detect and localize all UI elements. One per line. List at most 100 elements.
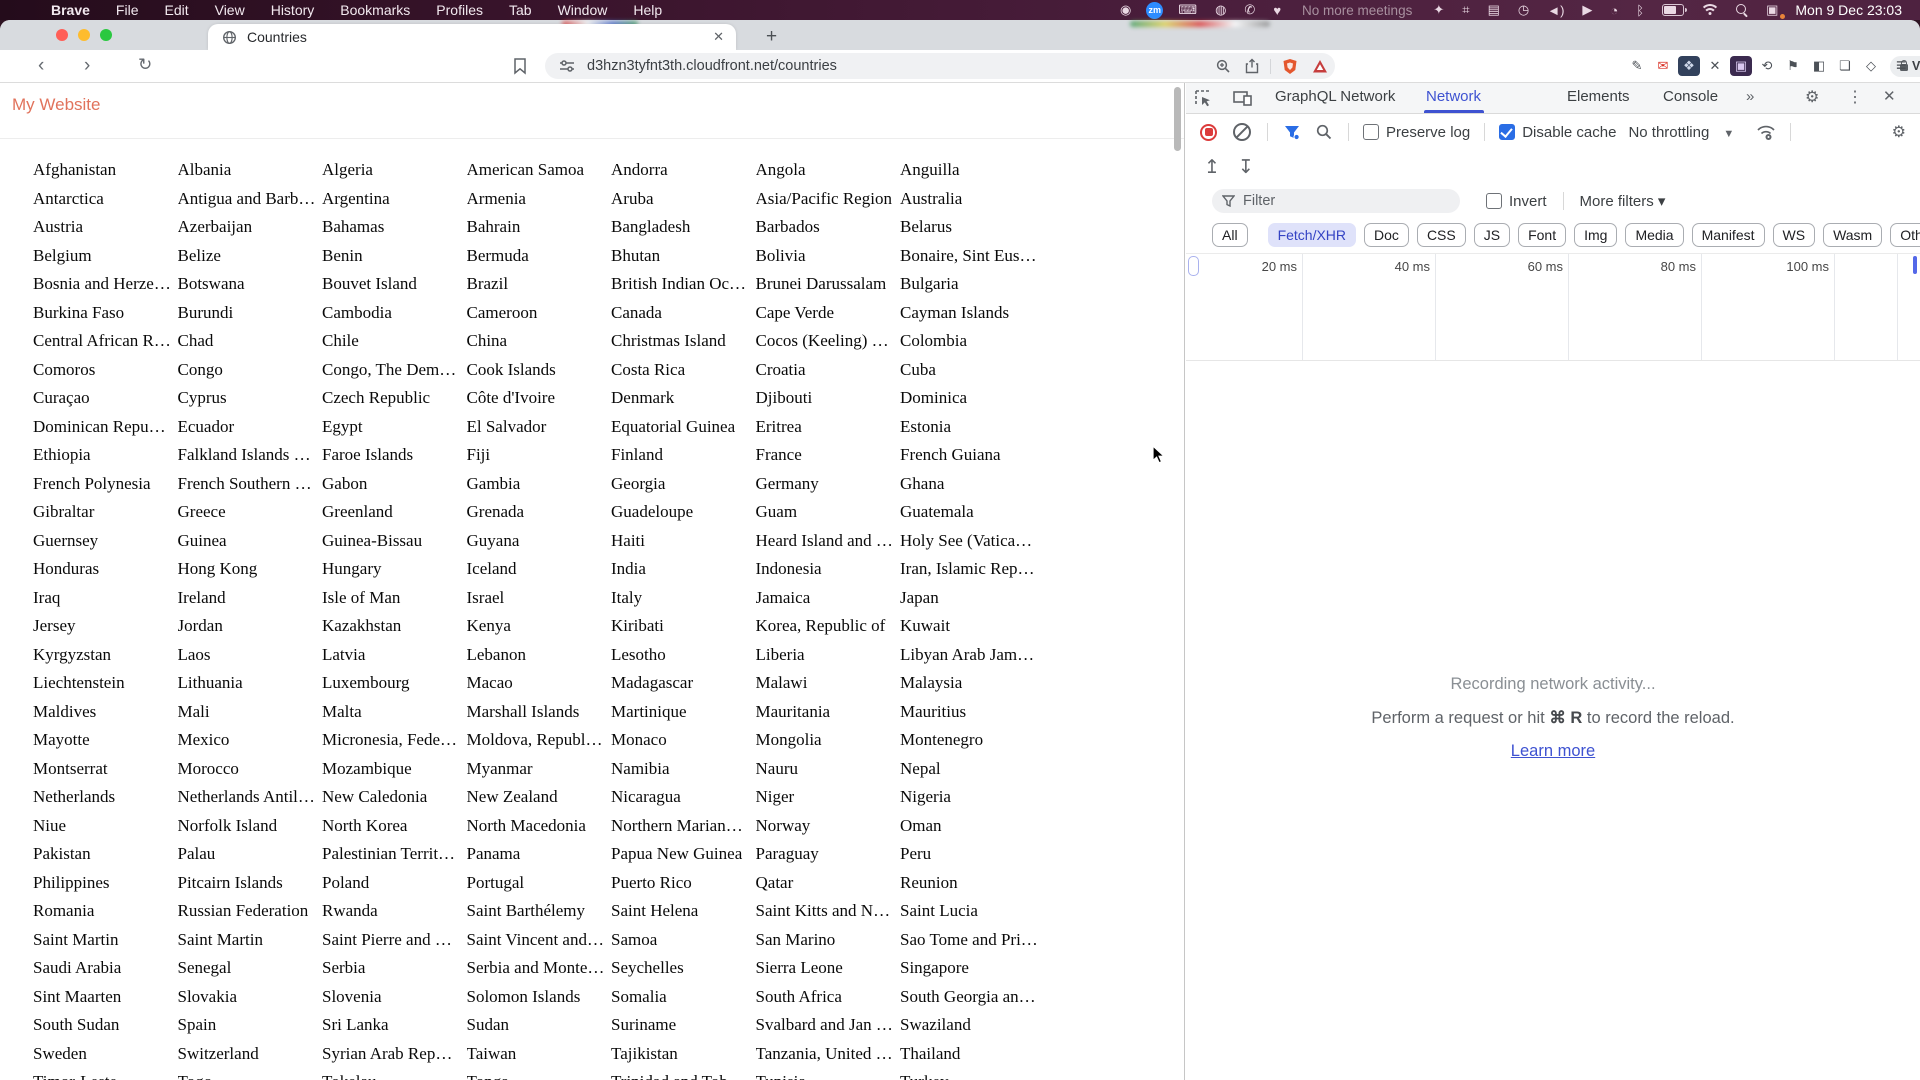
- overview-right-handle[interactable]: [1913, 256, 1917, 274]
- lasso-icon[interactable]: ⟲: [1756, 56, 1778, 76]
- traffic-light-maximize[interactable]: [100, 29, 112, 41]
- preserve-log-label[interactable]: Preserve log: [1386, 124, 1470, 141]
- app-icon[interactable]: ▣: [1730, 56, 1752, 76]
- screen-record-icon[interactable]: ◉: [1111, 2, 1140, 18]
- menu-item-edit[interactable]: Edit: [151, 2, 201, 18]
- more-filters-button[interactable]: More filters ▾: [1580, 192, 1666, 210]
- filter-toggle-icon[interactable]: [1284, 125, 1300, 140]
- inspect-icon[interactable]: [1194, 89, 1213, 108]
- menu-item-bookmarks[interactable]: Bookmarks: [327, 2, 423, 18]
- menu-item-window[interactable]: Window: [545, 2, 621, 18]
- filter-chip-fetch-xhr[interactable]: Fetch/XHR: [1267, 223, 1357, 247]
- bookmark-icon[interactable]: [512, 57, 528, 75]
- menu-item-brave[interactable]: Brave: [38, 2, 103, 18]
- filter-chip-img[interactable]: Img: [1574, 223, 1618, 247]
- filter-chip-font[interactable]: Font: [1518, 223, 1567, 247]
- reading-list-icon[interactable]: ❏: [1834, 56, 1856, 76]
- reload-button[interactable]: ↻: [138, 55, 152, 75]
- forward-button[interactable]: ›: [84, 55, 90, 77]
- brave-rewards-icon[interactable]: [1312, 59, 1328, 74]
- bluetooth-icon[interactable]: ᛒ: [1627, 3, 1653, 18]
- zoom-page-icon[interactable]: [1216, 59, 1231, 74]
- play-icon[interactable]: ▶: [1573, 2, 1601, 18]
- browser-tab[interactable]: Countries ✕: [208, 24, 736, 50]
- keyboard-icon[interactable]: ⌨: [1169, 2, 1206, 18]
- devtools-close-icon[interactable]: ✕: [1883, 87, 1896, 105]
- battery-icon[interactable]: [1653, 4, 1693, 16]
- clock-app-icon[interactable]: ◷: [1509, 2, 1538, 18]
- wallet-icon[interactable]: ❖: [1678, 56, 1700, 76]
- invert-label[interactable]: Invert: [1509, 193, 1547, 210]
- menu-item-help[interactable]: Help: [620, 2, 675, 18]
- import-har-icon[interactable]: ↥: [1204, 156, 1220, 179]
- devtools-tab-network[interactable]: Network: [1426, 88, 1481, 105]
- devtools-settings-gear-icon[interactable]: ⚙: [1805, 87, 1819, 107]
- filter-chip-doc[interactable]: Doc: [1364, 223, 1409, 247]
- filter-chip-ws[interactable]: WS: [1772, 223, 1816, 247]
- new-tab-button[interactable]: +: [766, 26, 777, 48]
- devtools-tab-graphql-network[interactable]: GraphQL Network: [1275, 88, 1395, 105]
- hash-icon[interactable]: ⌗: [1453, 2, 1478, 18]
- filter-chip-manifest[interactable]: Manifest: [1691, 223, 1765, 247]
- x-icon[interactable]: ✕: [1704, 56, 1726, 76]
- network-conditions-icon[interactable]: [1756, 124, 1776, 141]
- disable-cache-checkbox[interactable]: [1499, 124, 1516, 140]
- tab-close-icon[interactable]: ✕: [713, 29, 724, 45]
- preserve-log-checkbox[interactable]: [1363, 124, 1379, 140]
- browser-menu-icon[interactable]: ≡: [1896, 55, 1907, 76]
- filter-input[interactable]: Filter: [1212, 189, 1460, 213]
- throttling-select[interactable]: No throttling ▼: [1628, 124, 1734, 141]
- chat-icon[interactable]: ✆: [1235, 2, 1264, 18]
- more-tabs-icon[interactable]: »: [1746, 88, 1754, 105]
- volume-icon[interactable]: ◄): [1538, 3, 1573, 18]
- heart-icon[interactable]: ♥: [1264, 3, 1290, 18]
- pointer-icon[interactable]: ✦: [1424, 2, 1453, 18]
- pencil-icon[interactable]: ✎: [1626, 56, 1648, 76]
- meeting-status-text[interactable]: No more meetings: [1290, 3, 1424, 18]
- menu-item-view[interactable]: View: [202, 2, 258, 18]
- disable-cache-label[interactable]: Disable cache: [1522, 124, 1616, 141]
- back-button[interactable]: ‹: [38, 55, 44, 77]
- menu-item-history[interactable]: History: [258, 2, 328, 18]
- mail-icon[interactable]: ✉: [1652, 56, 1674, 76]
- notification-icon[interactable]: ◔: [1601, 3, 1627, 18]
- menu-item-file[interactable]: File: [103, 2, 152, 18]
- menu-item-profiles[interactable]: Profiles: [423, 2, 496, 18]
- page-scrollbar-thumb[interactable]: [1174, 87, 1181, 151]
- device-toolbar-icon[interactable]: [1233, 89, 1253, 107]
- devtools-tab-elements[interactable]: Elements: [1567, 88, 1630, 105]
- filter-chip-media[interactable]: Media: [1625, 223, 1684, 247]
- traffic-light-minimize[interactable]: [78, 29, 90, 41]
- filter-chip-wasm[interactable]: Wasm: [1823, 223, 1883, 247]
- export-har-icon[interactable]: ↧: [1238, 156, 1254, 179]
- traffic-light-close[interactable]: [56, 29, 68, 41]
- devtools-tab-console[interactable]: Console: [1663, 88, 1718, 105]
- sidebar-icon[interactable]: ◧: [1808, 56, 1830, 76]
- network-settings-gear-icon[interactable]: ⚙: [1892, 122, 1906, 142]
- filter-chip-all[interactable]: All: [1212, 223, 1248, 247]
- clear-button[interactable]: [1233, 123, 1251, 141]
- privacy-icon[interactable]: ◍: [1206, 2, 1235, 18]
- menu-bar-clock[interactable]: Mon 9 Dec 23:03: [1787, 2, 1910, 18]
- filter-chip-css[interactable]: CSS: [1416, 223, 1466, 247]
- record-button[interactable]: [1200, 123, 1217, 141]
- zoom-app-icon[interactable]: zm: [1146, 1, 1164, 19]
- menu-item-tab[interactable]: Tab: [496, 2, 545, 18]
- learn-more-link[interactable]: Learn more: [1511, 742, 1595, 761]
- devtools-kebab-menu-icon[interactable]: ⋮: [1847, 87, 1863, 107]
- display-switch-icon[interactable]: ▣: [1757, 2, 1787, 19]
- diamond-icon[interactable]: ◇: [1860, 56, 1882, 76]
- invert-checkbox[interactable]: [1486, 193, 1502, 209]
- search-network-icon[interactable]: [1316, 124, 1332, 140]
- window-layout-icon[interactable]: ▤: [1479, 2, 1509, 18]
- filter-chip-js[interactable]: JS: [1473, 223, 1511, 247]
- filter-chip-other[interactable]: Other: [1890, 223, 1920, 247]
- url-bar[interactable]: d3hzn3tyfnt3th.cloudfront.net/countries: [545, 53, 1335, 79]
- url-text[interactable]: d3hzn3tyfnt3th.cloudfront.net/countries: [587, 58, 1209, 74]
- overview-handle[interactable]: [1188, 256, 1199, 276]
- share-icon[interactable]: [1245, 58, 1259, 74]
- brave-shields-icon[interactable]: [1282, 58, 1298, 75]
- site-settings-icon[interactable]: [559, 59, 575, 73]
- search-icon[interactable]: [1727, 4, 1757, 18]
- wifi-icon[interactable]: [1693, 4, 1727, 16]
